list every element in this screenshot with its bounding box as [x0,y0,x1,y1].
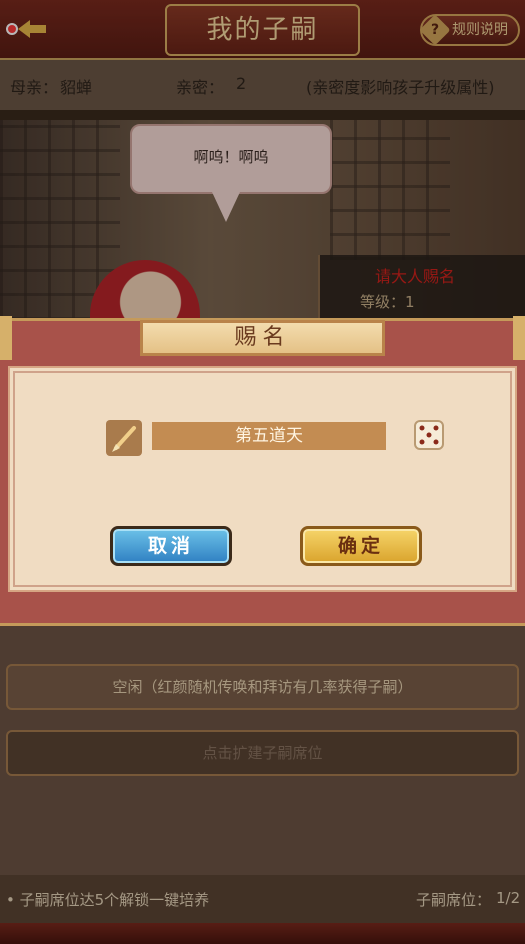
frame-cap-right [513,316,525,360]
brush-icon [106,420,142,456]
dialog-body: 第五道天 取消 确定 [8,366,517,592]
confirm-button[interactable]: 确定 [300,526,422,566]
dice-icon[interactable] [412,416,448,452]
naming-dialog: 赐名 第五道天 取消 确定 [0,316,525,626]
child-name-field[interactable]: 第五道天 [152,422,386,450]
dialog-title: 赐名 [140,320,385,356]
frame-cap-left [0,316,12,360]
cancel-button[interactable]: 取消 [110,526,232,566]
